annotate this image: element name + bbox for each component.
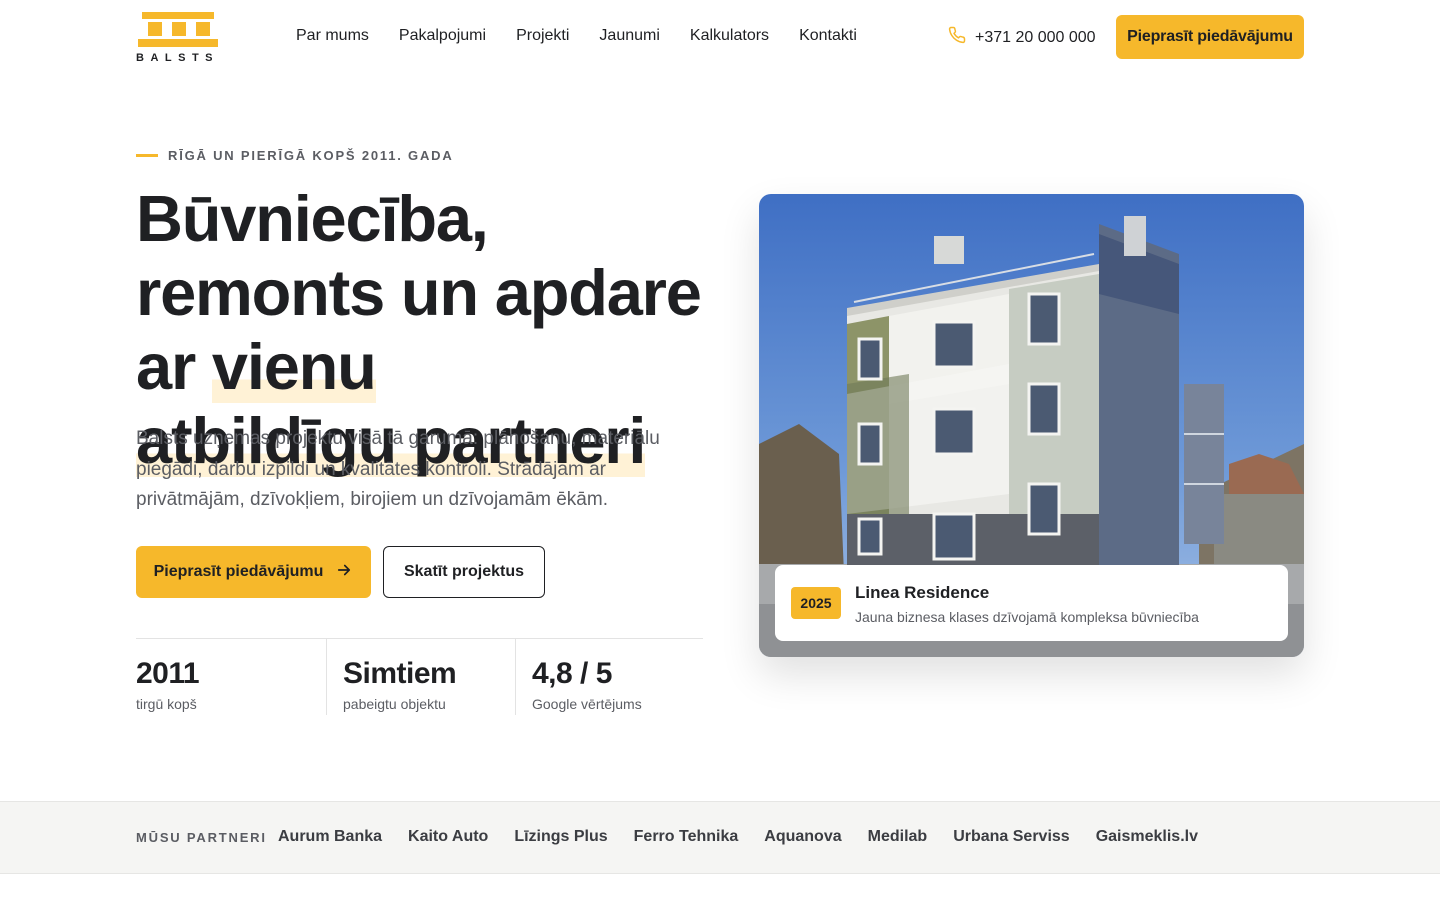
hero-lead: Balsts uzņemas projektu visā tā garumā: … — [136, 428, 660, 510]
nav-item-projekti[interactable]: Projekti — [516, 26, 569, 46]
stat-item: 2011 tirgū kopš — [136, 639, 326, 715]
partner-logo: Urbana Serviss — [953, 828, 1070, 845]
partner-logo: Medilab — [867, 828, 928, 845]
partner-logo: Aurum Banka — [278, 828, 383, 845]
header-quote-button[interactable]: Pieprasīt piedāvājumu — [1116, 15, 1304, 59]
logo-wordmark: BALSTS — [136, 52, 219, 64]
partner-logo: Ferro Tehnika — [633, 828, 739, 845]
stat-label: tirgū kopš — [136, 696, 197, 712]
project-subtitle: Jauna biznesa klases dzīvojamā kompleksa… — [855, 609, 1199, 625]
arrow-right-icon — [335, 561, 353, 584]
project-title: Linea Residence — [855, 583, 990, 602]
site-header: BALSTS Par mums Pakalpojumi Projekti Jau… — [0, 0, 1440, 74]
eyebrow-accent-line — [136, 154, 158, 157]
nav-item-kontakti[interactable]: Kontakti — [799, 26, 857, 46]
stat-label: Google vērtējums — [532, 696, 642, 712]
partners-strip: MŪSU PARTNERI Aurum Banka Kaito Auto Līz… — [0, 801, 1440, 874]
project-year-badge: 2025 — [791, 587, 841, 619]
phone-link[interactable]: +371 20 000 000 — [948, 26, 1096, 49]
main-nav: Par mums Pakalpojumi Projekti Jaunumi Ka… — [296, 26, 857, 46]
partner-logo: Aquanova — [764, 828, 842, 845]
partner-logo: Līzings Plus — [514, 828, 608, 845]
nav-item-par-mums[interactable]: Par mums — [296, 26, 369, 46]
stat-value: 4,8 / 5 — [532, 657, 612, 690]
logo-mark-column — [148, 22, 162, 36]
partners-label: MŪSU PARTNERI — [136, 830, 267, 845]
stat-item: Simtiem pabeigtu objektu — [326, 639, 515, 715]
partner-logo: Gaismeklis.lv — [1095, 828, 1198, 845]
nav-item-kalkulators[interactable]: Kalkulators — [690, 26, 769, 46]
stat-value: 2011 — [136, 657, 200, 690]
request-quote-label: Pieprasīt piedāvājumu — [153, 563, 324, 580]
hero-eyebrow: RĪGĀ UN PIERĪGĀ KOPŠ 2011. GADA — [136, 148, 454, 163]
logo-mark-top — [142, 12, 214, 19]
phone-number: +371 20 000 000 — [975, 28, 1096, 46]
stat-value: Simtiem — [343, 657, 457, 690]
logo-mark-base — [138, 39, 218, 47]
headline-highlight: vienu — [211, 330, 377, 403]
hero-stats: 2011 tirgū kopš Simtiem pabeigtu objektu… — [136, 638, 703, 715]
partner-logo: Kaito Auto — [408, 828, 489, 845]
logo[interactable]: BALSTS — [136, 12, 222, 66]
eyebrow-text: RĪGĀ UN PIERĪGĀ KOPŠ 2011. GADA — [168, 148, 454, 163]
request-quote-button[interactable]: Pieprasīt piedāvājumu — [136, 546, 371, 598]
view-projects-button[interactable]: Skatīt projektus — [383, 546, 545, 598]
logo-mark-column — [196, 22, 210, 36]
logo-mark-column — [172, 22, 186, 36]
partners-list: Aurum Banka Kaito Auto Līzings Plus Ferr… — [278, 828, 1198, 846]
project-caption-card[interactable]: 2025 Linea Residence Jauna biznesa klase… — [775, 565, 1288, 641]
stat-item: 4,8 / 5 Google vērtējums — [515, 639, 703, 715]
nav-item-pakalpojumi[interactable]: Pakalpojumi — [399, 26, 486, 46]
nav-item-jaunumi[interactable]: Jaunumi — [599, 26, 659, 46]
stat-label: pabeigtu objektu — [343, 696, 446, 712]
phone-icon — [948, 26, 966, 49]
